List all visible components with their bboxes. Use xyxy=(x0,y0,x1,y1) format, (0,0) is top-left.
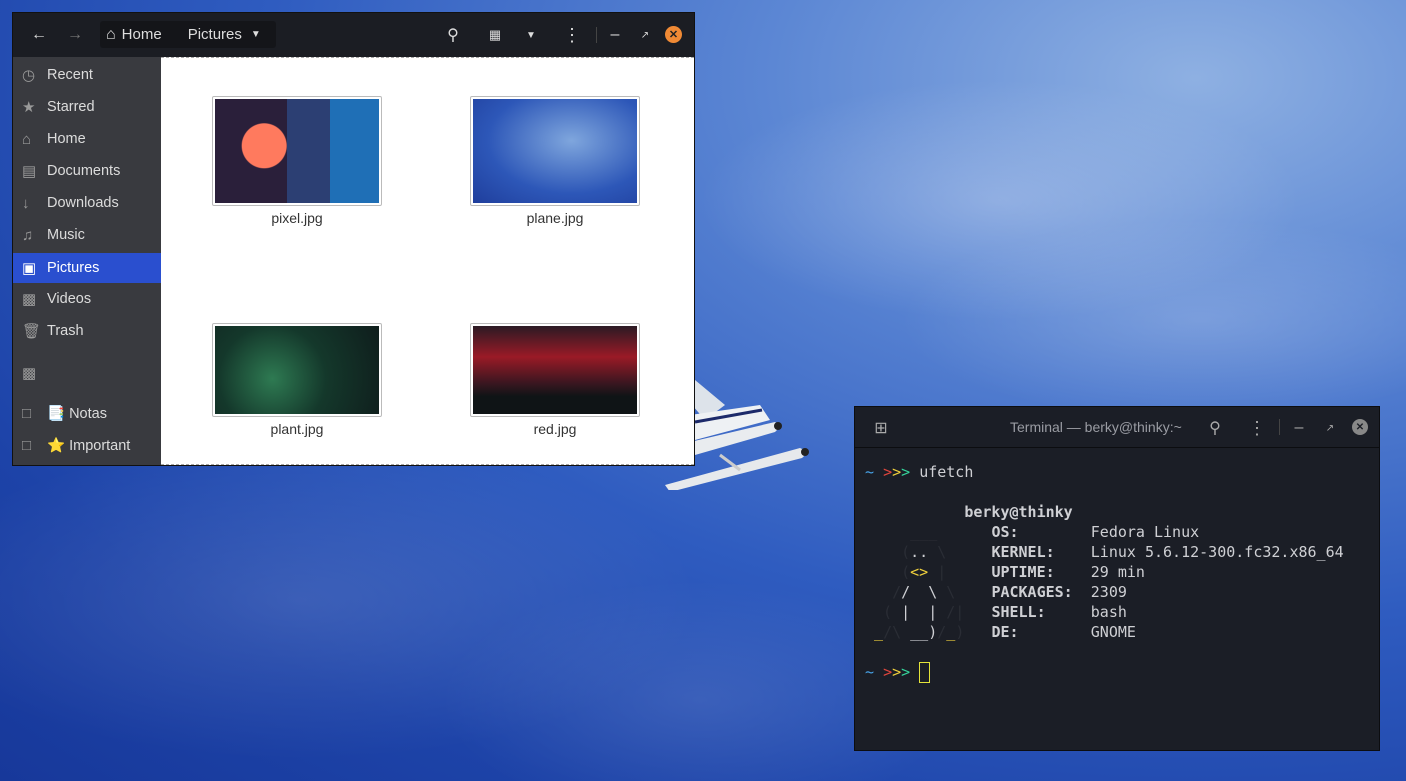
search-icon[interactable]: ⚲ xyxy=(1203,416,1227,440)
sidebar-item-label: Videos xyxy=(47,291,92,307)
info-value: 29 min xyxy=(1090,563,1145,581)
file-name[interactable]: plane.jpg xyxy=(455,210,655,226)
close-icon[interactable]: ✕ xyxy=(665,26,682,43)
info-key: DE: xyxy=(991,623,1019,641)
file-thumbnail-plant[interactable] xyxy=(212,323,382,417)
user-host: berky@thinky xyxy=(964,503,1073,521)
info-key: PACKAGES: xyxy=(991,583,1073,601)
info-key: UPTIME: xyxy=(991,563,1055,581)
maximize-icon[interactable]: ↗ xyxy=(633,23,657,47)
info-value: GNOME xyxy=(1090,623,1136,641)
sidebar: ◷ Recent ★ Starred ⌂ Home ▤ Documents ↓ Downloads… xyxy=(13,57,161,465)
file-grid: pixel.jpg plane.jpg plant.jpg red.jpg xyxy=(161,57,694,465)
file-thumbnail-plane[interactable] xyxy=(470,96,640,206)
tilde: ~ xyxy=(865,463,875,481)
sidebar-item-label: Downloads xyxy=(47,195,119,211)
terminal-title: Terminal — berky@thinky:~ xyxy=(1010,419,1182,435)
search-icon[interactable]: ⚲ xyxy=(441,23,465,47)
sidebar-item-8[interactable]: ▩ Videos xyxy=(13,284,161,314)
folder-icon: □ xyxy=(22,404,32,422)
crumb-home[interactable]: ⌂ Home xyxy=(100,26,162,44)
info-value: Fedora Linux xyxy=(1090,523,1200,541)
info-key: SHELL: xyxy=(991,603,1046,621)
sidebar-item-label: Documents xyxy=(47,163,121,179)
sidebar-item-label: 📑 Notas xyxy=(47,405,107,422)
sidebar-item-label: Music xyxy=(47,227,85,243)
download-icon: ↓ xyxy=(22,194,30,212)
clock-icon: ◷ xyxy=(22,67,36,84)
sidebar-item-label: ⭐ Important xyxy=(47,437,131,454)
sidebar-item-label: Trash xyxy=(47,323,84,339)
music-icon: ♫ xyxy=(22,226,34,244)
minimize-icon[interactable]: – xyxy=(603,23,627,47)
camera-icon: ▣ xyxy=(22,260,37,277)
info-key: KERNEL: xyxy=(991,543,1055,561)
menu-dots-icon[interactable]: ⋮ xyxy=(1245,416,1269,440)
terminal-window: ⊞ Terminal — berky@thinky:~ ⚲ ⋮ – ↗ ✕ ~ … xyxy=(854,406,1380,751)
terminal-output[interactable]: ~ >>> ufetch berky@thinky ___ OS: Fedora… xyxy=(855,448,1379,697)
sidebar-item-5[interactable]: ↓ Downloads xyxy=(13,188,161,218)
document-icon: ▤ xyxy=(22,163,37,180)
menu-dots-icon[interactable]: ⋮ xyxy=(560,23,584,47)
file-thumbnail-pixel[interactable] xyxy=(212,96,382,206)
home-icon: ⌂ xyxy=(106,25,116,43)
sidebar-item-label: Starred xyxy=(47,99,95,115)
file-thumbnail-red[interactable] xyxy=(470,323,640,417)
file-name[interactable]: pixel.jpg xyxy=(197,210,397,226)
crumb-pictures[interactable]: Pictures xyxy=(188,26,242,43)
star-icon: ★ xyxy=(22,99,36,116)
terminal-cursor xyxy=(919,662,931,683)
sidebar-item-2[interactable]: ★ Starred xyxy=(13,92,161,122)
sidebar-item-6[interactable]: ♫ Music xyxy=(13,220,161,250)
folder-icon: □ xyxy=(22,436,32,454)
sidebar-item-label: Recent xyxy=(47,67,93,83)
maximize-icon[interactable]: ↗ xyxy=(1318,416,1342,440)
chevron-down-icon[interactable]: ▼ xyxy=(251,29,261,40)
file-name[interactable]: red.jpg xyxy=(455,421,655,437)
home-icon: ⌂ xyxy=(22,130,32,148)
forward-arrow-icon[interactable]: → xyxy=(63,23,87,47)
info-value: Linux 5.6.12-300.fc32.x86_64 xyxy=(1090,543,1344,561)
file-name[interactable]: plant.jpg xyxy=(197,421,397,437)
files-window: ← → ⌂ Home Pictures ▼ ⚲ ▦ ▼ ⋮ – ↗ ✕ ◷ Rec… xyxy=(12,12,695,466)
trash-icon: 🗑 xyxy=(22,323,42,340)
sidebar-item-1[interactable]: ◷ Recent xyxy=(13,60,161,90)
sidebar-item-11[interactable]: □ 📑 Notas xyxy=(13,398,161,428)
sidebar-item-9[interactable]: 🗑 Trash xyxy=(13,316,161,346)
sidebar-item-3[interactable]: ⌂ Home xyxy=(13,124,161,154)
minimize-icon[interactable]: – xyxy=(1287,416,1311,440)
divider xyxy=(1279,419,1280,435)
sidebar-item-label: Home xyxy=(47,131,86,147)
info-key: OS: xyxy=(991,523,1019,541)
close-icon[interactable]: ✕ xyxy=(1352,419,1368,435)
sidebar-item-4[interactable]: ▤ Documents xyxy=(13,156,161,186)
info-value: 2309 xyxy=(1090,583,1127,601)
back-arrow-icon[interactable]: ← xyxy=(27,23,51,47)
sidebar-item-computer[interactable]: ▩ xyxy=(13,358,161,388)
info-value: bash xyxy=(1090,603,1127,621)
sidebar-item-12[interactable]: □ ⭐ Important xyxy=(13,430,161,460)
list-view-icon[interactable]: ▦ xyxy=(483,23,507,47)
new-tab-icon[interactable]: ⊞ xyxy=(869,416,893,440)
view-options-chevron-icon[interactable]: ▼ xyxy=(519,23,543,47)
video-icon: ▩ xyxy=(22,291,37,308)
sidebar-item-label: Pictures xyxy=(47,260,100,276)
files-headerbar: ← → ⌂ Home Pictures ▼ ⚲ ▦ ▼ ⋮ – ↗ ✕ xyxy=(13,13,694,57)
terminal-headerbar: ⊞ Terminal — berky@thinky:~ ⚲ ⋮ – ↗ ✕ xyxy=(855,407,1379,448)
divider xyxy=(596,27,597,43)
computer-icon: ▩ xyxy=(22,365,37,382)
breadcrumb: ⌂ Home Pictures ▼ xyxy=(100,21,276,48)
command: ufetch xyxy=(919,463,974,481)
sidebar-item-7[interactable]: ▣ Pictures xyxy=(13,253,161,283)
